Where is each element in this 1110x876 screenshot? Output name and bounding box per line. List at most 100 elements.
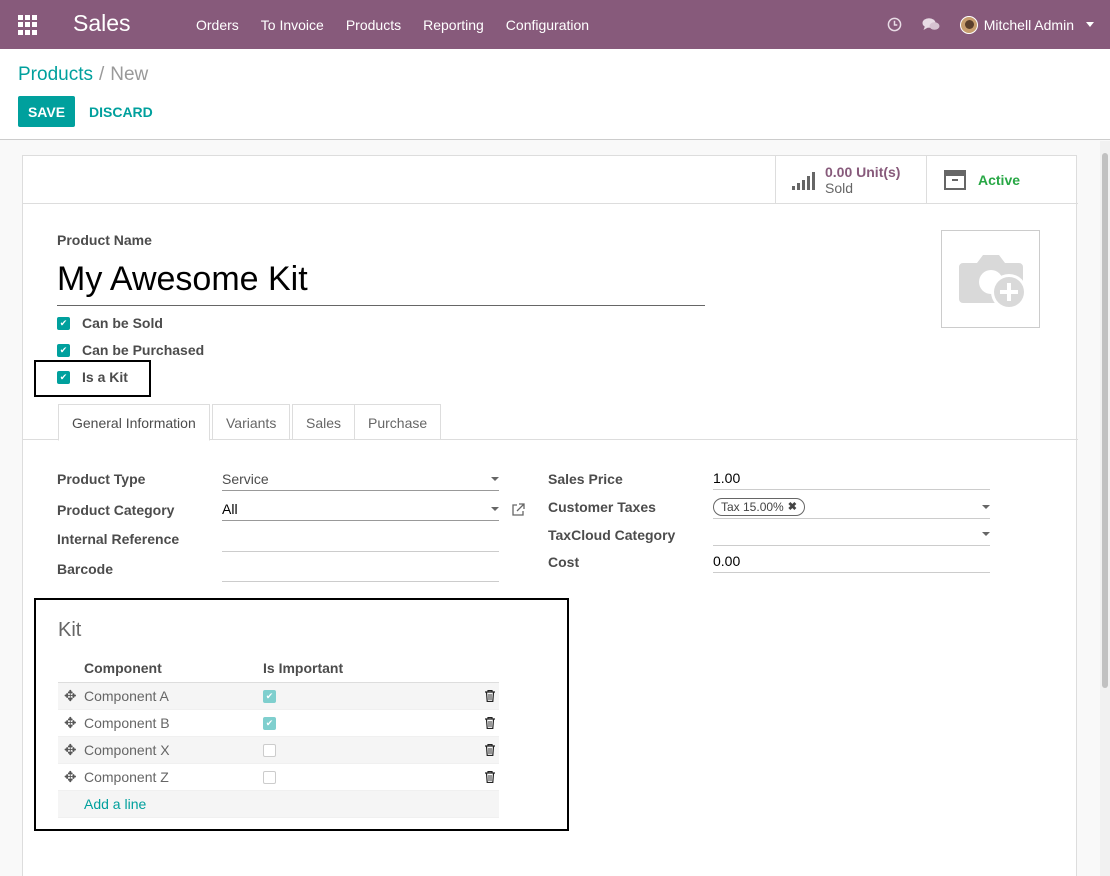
product-name-label: Product Name bbox=[57, 232, 152, 248]
cost-input[interactable]: 0.00 bbox=[713, 549, 990, 573]
can-be-sold-checkbox[interactable]: ✔ Can be Sold bbox=[57, 315, 163, 331]
tax-tag: Tax 15.00% ✖ bbox=[713, 497, 805, 516]
sales-price-label: Sales Price bbox=[548, 471, 623, 487]
is-important-checkbox[interactable]: ✔ bbox=[263, 689, 276, 703]
systray: Mitchell Admin bbox=[887, 0, 1094, 49]
can-be-sold-label: Can be Sold bbox=[82, 315, 163, 331]
trash-icon[interactable] bbox=[485, 690, 495, 702]
signal-bars-icon bbox=[792, 170, 815, 190]
internal-reference-input[interactable] bbox=[222, 528, 499, 552]
external-link-icon[interactable] bbox=[511, 503, 525, 517]
cost-label: Cost bbox=[548, 554, 580, 570]
column-header-is-important: Is Important bbox=[263, 660, 344, 676]
component-name: Component A bbox=[84, 688, 169, 704]
tab-purchase[interactable]: Purchase bbox=[354, 404, 442, 440]
tab-general-information[interactable]: General Information bbox=[58, 404, 210, 441]
breadcrumb-current: New bbox=[110, 64, 149, 85]
breadcrumb-products[interactable]: Products bbox=[18, 64, 93, 85]
avatar bbox=[959, 15, 978, 34]
top-navbar: Sales Orders To Invoice Products Reporti… bbox=[0, 0, 1110, 49]
column-header-component: Component bbox=[84, 660, 162, 676]
tab-variants[interactable]: Variants bbox=[212, 404, 291, 440]
taxcloud-category-label: TaxCloud Category bbox=[548, 527, 676, 543]
chat-icon[interactable] bbox=[922, 17, 940, 32]
smart-button-box: 0.00 Unit(s) Sold Active bbox=[23, 156, 1078, 204]
product-category-value: All bbox=[222, 500, 238, 517]
discard-button[interactable]: DISCARD bbox=[89, 96, 153, 127]
can-be-purchased-checkbox[interactable]: ✔ Can be Purchased bbox=[57, 342, 204, 358]
kit-table-header: Component Is Important bbox=[58, 654, 499, 683]
active-toggle-button[interactable]: Active bbox=[926, 156, 1078, 204]
tax-tag-label: Tax 15.00% bbox=[721, 499, 784, 514]
add-a-line-link[interactable]: Add a line bbox=[84, 796, 146, 812]
product-image-upload[interactable] bbox=[941, 230, 1040, 328]
dropdown-arrow-icon bbox=[982, 532, 990, 536]
archive-icon bbox=[944, 170, 966, 190]
highlight-is-a-kit bbox=[34, 360, 151, 397]
remove-tag-icon[interactable]: ✖ bbox=[788, 500, 797, 513]
kit-section-title: Kit bbox=[58, 619, 82, 641]
customer-taxes-label: Customer Taxes bbox=[548, 499, 656, 515]
table-row[interactable]: ✥ Component A ✔ bbox=[58, 683, 499, 710]
control-panel: Products / New SAVE DISCARD bbox=[0, 49, 1110, 140]
sold-smart-button[interactable]: 0.00 Unit(s) Sold bbox=[775, 156, 926, 204]
caret-down-icon bbox=[1086, 22, 1094, 27]
sales-price-input[interactable]: 1.00 bbox=[713, 466, 990, 490]
barcode-input[interactable] bbox=[222, 558, 499, 582]
apps-grid-icon[interactable] bbox=[18, 15, 38, 35]
camera-plus-icon bbox=[958, 255, 1027, 310]
component-name: Component B bbox=[84, 715, 170, 731]
barcode-label: Barcode bbox=[57, 561, 114, 577]
add-line-row: Add a line bbox=[58, 791, 499, 818]
main-menu: Orders To Invoice Products Reporting Con… bbox=[196, 0, 589, 49]
menu-item-orders[interactable]: Orders bbox=[196, 17, 239, 33]
table-row[interactable]: ✥ Component Z bbox=[58, 764, 499, 791]
is-important-checkbox[interactable] bbox=[263, 770, 276, 784]
table-row[interactable]: ✥ Component X bbox=[58, 737, 499, 764]
is-important-checkbox[interactable]: ✔ bbox=[263, 716, 276, 730]
sold-label: Sold bbox=[825, 180, 854, 196]
menu-item-configuration[interactable]: Configuration bbox=[506, 17, 589, 33]
menu-item-reporting[interactable]: Reporting bbox=[423, 17, 484, 33]
trash-icon[interactable] bbox=[485, 771, 495, 783]
save-button[interactable]: SAVE bbox=[18, 96, 75, 127]
breadcrumb-separator: / bbox=[98, 64, 105, 85]
checkbox-checked-icon: ✔ bbox=[57, 343, 70, 357]
product-type-value: Service bbox=[222, 470, 269, 487]
product-name-input[interactable]: My Awesome Kit bbox=[57, 260, 705, 306]
user-menu[interactable]: Mitchell Admin bbox=[959, 15, 1094, 34]
user-name: Mitchell Admin bbox=[983, 16, 1074, 33]
can-be-purchased-label: Can be Purchased bbox=[82, 342, 205, 358]
taxcloud-category-select[interactable] bbox=[713, 522, 990, 546]
drag-handle-icon[interactable]: ✥ bbox=[64, 687, 77, 705]
internal-reference-label: Internal Reference bbox=[57, 531, 180, 547]
drag-handle-icon[interactable]: ✥ bbox=[64, 714, 77, 732]
kit-component-table: Component Is Important ✥ Component A ✔ ✥… bbox=[58, 654, 499, 818]
clock-icon[interactable] bbox=[887, 17, 902, 32]
drag-handle-icon[interactable]: ✥ bbox=[64, 768, 77, 786]
tab-sales[interactable]: Sales bbox=[292, 404, 356, 440]
product-type-label: Product Type bbox=[57, 471, 146, 487]
drag-handle-icon[interactable]: ✥ bbox=[64, 741, 77, 759]
breadcrumb: Products / New bbox=[18, 64, 148, 86]
customer-taxes-input[interactable]: Tax 15.00% ✖ bbox=[713, 495, 990, 519]
menu-item-to-invoice[interactable]: To Invoice bbox=[261, 17, 324, 33]
trash-icon[interactable] bbox=[485, 744, 495, 756]
active-label: Active bbox=[978, 172, 1021, 188]
dropdown-arrow-icon bbox=[982, 505, 990, 509]
page-scrollbar[interactable] bbox=[1100, 141, 1110, 876]
app-name[interactable]: Sales bbox=[73, 10, 131, 37]
dropdown-arrow-icon bbox=[491, 507, 499, 511]
product-type-select[interactable]: Service bbox=[222, 467, 499, 491]
is-important-checkbox[interactable] bbox=[263, 743, 276, 757]
menu-item-products[interactable]: Products bbox=[346, 17, 401, 33]
sold-value: 0.00 Unit(s) bbox=[825, 164, 901, 180]
scrollbar-thumb[interactable] bbox=[1102, 153, 1108, 688]
product-category-select[interactable]: All bbox=[222, 497, 499, 521]
form-sheet: 0.00 Unit(s) Sold Active Product Name My… bbox=[22, 155, 1078, 876]
dropdown-arrow-icon bbox=[491, 477, 499, 481]
trash-icon[interactable] bbox=[485, 717, 495, 729]
component-name: Component X bbox=[84, 742, 170, 758]
table-row[interactable]: ✥ Component B ✔ bbox=[58, 710, 499, 737]
component-name: Component Z bbox=[84, 769, 169, 785]
